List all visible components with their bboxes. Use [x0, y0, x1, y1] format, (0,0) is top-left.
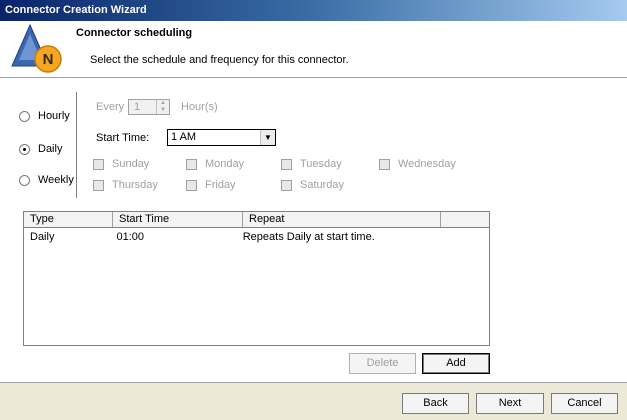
- checkbox-sunday-label: Sunday: [112, 158, 150, 170]
- checkbox-thursday-label: Thursday: [112, 179, 158, 191]
- radio-daily[interactable]: Daily: [19, 143, 62, 155]
- start-time-value: 1 AM: [171, 131, 197, 143]
- checkbox-box[interactable]: [281, 158, 292, 170]
- checkbox-friday-label: Friday: [205, 179, 236, 191]
- checkbox-thursday[interactable]: Thursday: [93, 179, 158, 191]
- column-header-repeat[interactable]: Repeat: [243, 212, 441, 227]
- every-label: Every: [96, 101, 125, 113]
- add-button[interactable]: Add: [422, 353, 490, 374]
- every-hours-value: 1: [134, 101, 141, 113]
- radio-weekly-label: Weekly: [38, 174, 74, 186]
- stepper-up-icon[interactable]: ▲: [157, 100, 169, 107]
- checkbox-wednesday[interactable]: Wednesday: [379, 158, 456, 170]
- vertical-separator: [76, 92, 78, 198]
- checkbox-saturday-label: Saturday: [300, 179, 345, 191]
- checkbox-saturday[interactable]: Saturday: [281, 179, 344, 191]
- checkbox-box[interactable]: [379, 158, 390, 170]
- checkbox-friday[interactable]: Friday: [186, 179, 236, 191]
- checkbox-sunday[interactable]: Sunday: [93, 158, 149, 170]
- checkbox-box[interactable]: [93, 158, 104, 170]
- back-button[interactable]: Back: [402, 393, 469, 414]
- checkbox-wednesday-label: Wednesday: [398, 158, 456, 170]
- table-cell-type: Daily: [30, 231, 55, 243]
- table-row[interactable]: Daily 01:00 Repeats Daily at start time.: [24, 228, 489, 244]
- next-button[interactable]: Next: [476, 393, 544, 414]
- page-subtitle: Select the schedule and frequency for th…: [90, 54, 349, 66]
- column-header-type[interactable]: Type: [24, 212, 113, 227]
- connector-logo-icon: N: [8, 22, 66, 76]
- table-cell-repeat: Repeats Daily at start time.: [242, 231, 375, 243]
- table-header: Type Start Time Repeat: [24, 212, 489, 228]
- checkbox-tuesday-label: Tuesday: [300, 158, 342, 170]
- schedule-table[interactable]: Type Start Time Repeat Daily 01:00 Repea…: [23, 211, 490, 346]
- radio-button[interactable]: [19, 174, 30, 186]
- window-title: Connector Creation Wizard: [5, 4, 147, 16]
- window-title-bar[interactable]: Connector Creation Wizard: [0, 0, 627, 21]
- checkbox-box[interactable]: [281, 179, 292, 191]
- checkbox-box[interactable]: [186, 179, 197, 191]
- start-time-select[interactable]: 1 AM ▼: [167, 129, 276, 146]
- start-time-label: Start Time:: [96, 132, 150, 144]
- stepper-arrows[interactable]: ▲ ▼: [156, 100, 169, 114]
- radio-button[interactable]: [19, 143, 30, 155]
- page-title: Connector scheduling: [76, 27, 193, 39]
- chevron-down-icon[interactable]: ▼: [260, 130, 275, 145]
- stepper-down-icon[interactable]: ▼: [157, 107, 169, 114]
- checkbox-monday[interactable]: Monday: [186, 158, 244, 170]
- column-header-start-time[interactable]: Start Time: [113, 212, 243, 227]
- every-hours-stepper[interactable]: 1 ▲ ▼: [128, 99, 170, 115]
- cancel-button[interactable]: Cancel: [551, 393, 618, 414]
- checkbox-tuesday[interactable]: Tuesday: [281, 158, 342, 170]
- logo-letter: N: [43, 51, 54, 68]
- radio-daily-label: Daily: [38, 143, 63, 155]
- checkbox-box[interactable]: [186, 158, 197, 170]
- delete-button[interactable]: Delete: [349, 353, 416, 374]
- column-header-empty: [441, 212, 489, 227]
- table-cell-start-time: 01:00: [116, 231, 145, 243]
- header-divider: [0, 77, 627, 78]
- radio-hourly[interactable]: Hourly: [19, 110, 70, 122]
- checkbox-box[interactable]: [93, 179, 104, 191]
- radio-weekly[interactable]: Weekly: [19, 174, 74, 186]
- radio-hourly-label: Hourly: [38, 110, 70, 122]
- radio-button[interactable]: [19, 110, 30, 122]
- hours-label: Hour(s): [181, 101, 218, 113]
- checkbox-monday-label: Monday: [205, 158, 245, 170]
